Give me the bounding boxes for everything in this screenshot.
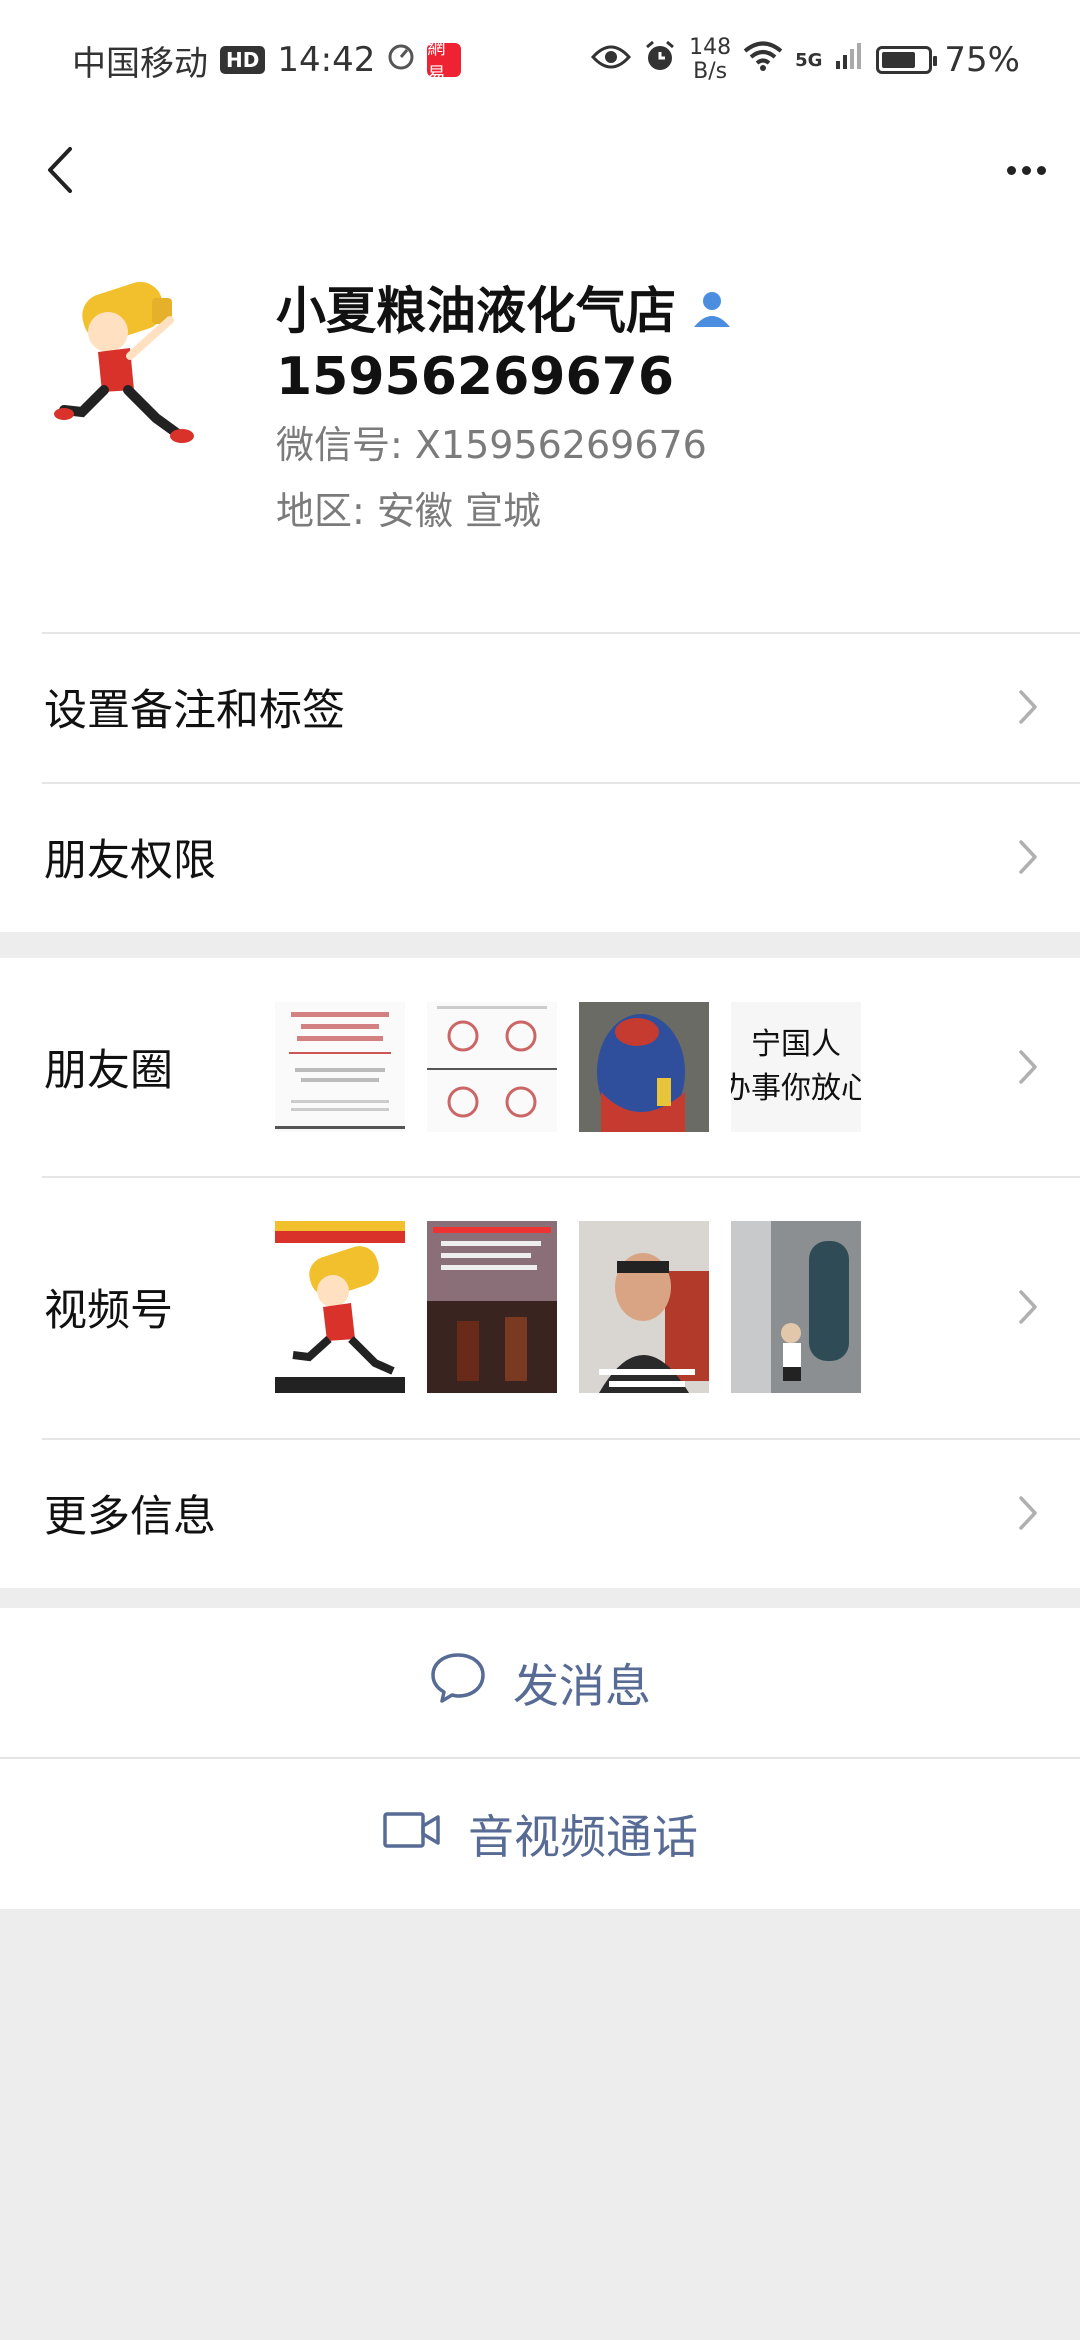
channels-thumbnail[interactable] [731, 1221, 861, 1393]
battery-fill [882, 52, 916, 68]
speed-value: 148 [689, 35, 732, 60]
back-button[interactable] [30, 140, 90, 200]
alarm-icon [643, 39, 677, 82]
more-dot-icon [1036, 165, 1046, 175]
channels-thumbnail[interactable] [427, 1221, 557, 1393]
contact-phone: 15956269676 [276, 347, 674, 407]
chevron-right-icon [1010, 689, 1046, 725]
wifi-icon [743, 40, 783, 81]
eye-icon [591, 40, 632, 80]
chevron-left-icon [48, 147, 72, 193]
channels-thumbnail[interactable] [579, 1221, 709, 1393]
region: 地区: 安徽 宣城 [276, 489, 541, 533]
chevron-right-icon [1010, 1049, 1046, 1085]
network-type: 5G [795, 49, 823, 71]
moments-label: 朋友圈 [44, 1046, 173, 1096]
netease-app-icon: 網易 [427, 38, 462, 85]
contact-name: 小夏粮油液化气店 [276, 282, 676, 340]
wechat-id: 微信号: X15956269676 [276, 423, 707, 467]
friend-permissions-label: 朋友权限 [44, 836, 216, 886]
battery-percent: 75% [944, 40, 1020, 80]
battery-icon [876, 46, 938, 74]
video-call-label: 音视频通话 [468, 1810, 698, 1864]
more-dot-icon [1021, 165, 1031, 175]
more-options-button[interactable] [996, 140, 1056, 200]
hd-badge: HD [220, 46, 266, 74]
status-right: 148 B/s 5G 75% [591, 36, 1020, 84]
signal-icon [834, 40, 864, 80]
data-saver-icon [387, 40, 415, 80]
profile-card: 小夏粮油液化气店 15956269676 微信号: X15956269676 地… [0, 220, 1080, 632]
moments-text-thumbnail[interactable]: 宁国人 办事你放心 [731, 1002, 861, 1132]
chevron-right-icon [1010, 1289, 1046, 1325]
moments-thumbnail[interactable] [427, 1002, 557, 1132]
top-nav-bar [0, 120, 1080, 220]
chat-bubble-icon [429, 1651, 487, 1716]
status-left: 中国移动 HD 14:42 網易 [72, 36, 462, 85]
chevron-right-icon [1010, 839, 1046, 875]
moments-row[interactable]: 朋友圈 宁国人 办事你放心 [0, 958, 1080, 1176]
name-row: 小夏粮油液化气店 [276, 280, 1040, 342]
moments-thumbnail[interactable] [579, 1002, 709, 1132]
content-section: 朋友圈 宁国人 办事你放心 视频号 更多信息 [0, 958, 1080, 1588]
video-call-button[interactable]: 音视频通话 [0, 1759, 1080, 1909]
send-message-label: 发消息 [513, 1659, 651, 1713]
channels-thumbnail[interactable] [275, 1221, 405, 1393]
channels-label: 视频号 [44, 1286, 173, 1336]
send-message-button[interactable]: 发消息 [0, 1608, 1080, 1758]
video-camera-icon [382, 1807, 442, 1861]
contact-profile-screen: 中国移动 HD 14:42 網易 148 B/s 5G 75% 小夏粮油液化气店… [0, 0, 1080, 2340]
remark-and-tags-label: 设置备注和标签 [44, 686, 345, 736]
avatar[interactable] [52, 280, 212, 450]
clock: 14:42 [277, 40, 376, 80]
network-speed: 148 B/s [689, 36, 731, 84]
chevron-right-icon [1010, 1495, 1046, 1531]
more-dot-icon [1006, 165, 1016, 175]
speed-unit: B/s [693, 59, 728, 84]
friend-permissions-row[interactable]: 朋友权限 [0, 782, 1080, 932]
carrier-label: 中国移动 [72, 43, 208, 84]
remark-and-tags-row[interactable]: 设置备注和标签 [0, 632, 1080, 782]
person-verified-icon [690, 287, 734, 335]
moments-thumbnail[interactable] [275, 1002, 405, 1132]
more-info-row[interactable]: 更多信息 [0, 1438, 1080, 1588]
profile-info: 小夏粮油液化气店 15956269676 微信号: X15956269676 地… [276, 280, 1040, 544]
text-thumb-line2: 办事你放心 [731, 1071, 861, 1106]
more-info-label: 更多信息 [44, 1492, 216, 1542]
moments-thumbnails: 宁国人 办事你放心 [275, 1002, 861, 1132]
text-thumb-line1: 宁国人 [751, 1027, 841, 1062]
channels-row[interactable]: 视频号 [0, 1176, 1080, 1438]
status-bar: 中国移动 HD 14:42 網易 148 B/s 5G 75% [0, 0, 1080, 120]
channels-thumbnails [275, 1221, 861, 1393]
settings-section: 设置备注和标签 朋友权限 [0, 632, 1080, 932]
